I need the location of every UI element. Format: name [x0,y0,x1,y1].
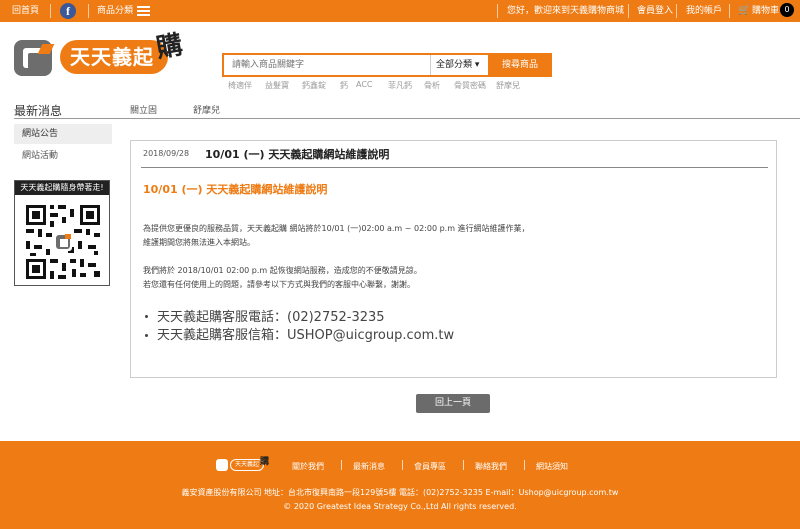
hamburger-menu-icon[interactable] [137,6,150,16]
divider [402,460,403,470]
footer-link-about[interactable]: 關於我們 [292,461,324,472]
logo-text[interactable]: 天天義起 [60,40,168,74]
footer-link-news[interactable]: 最新消息 [353,461,385,472]
footer-link-notice[interactable]: 網站須知 [536,461,568,472]
facebook-icon[interactable]: f [60,3,76,19]
hot-keyword-link[interactable]: 舒摩兒 [496,80,520,91]
divider [88,4,89,18]
divider [497,4,498,18]
hot-keyword-link[interactable]: 骨析 [424,80,440,91]
logo-mark-icon[interactable] [14,40,55,76]
search-button[interactable]: 搜尋商品 [488,53,552,77]
divider [50,4,51,18]
article-paragraph: 若您還有任何使用上的問題，請參考以下方式與我們的客服中心聯繫，謝謝。 [143,280,415,289]
service-phone: 天天義起購客服電話：(02)2752-3235 [157,310,385,325]
hot-keyword-link[interactable]: ACC [356,80,373,89]
footer: 天天義起 購 關於我們 最新消息 會員專區 聯絡我們 網站須知 義安資產股份有限… [0,441,800,529]
article-title: 10/01 (一) 天天義起購網站維護說明 [143,183,328,196]
divider [341,460,342,470]
hot-keyword-link[interactable]: 菲凡鈣 [388,80,412,91]
article-headline: 10/01 (一) 天天義起購網站維護說明 [205,148,390,161]
login-link[interactable]: 會員登入 [637,0,673,22]
home-link[interactable]: 回首頁 [12,0,39,22]
logo-mark-icon [216,459,228,471]
cart-icon[interactable]: 🛒 [738,5,750,16]
back-button[interactable]: 回上一頁 [416,394,490,413]
article-panel: 2018/09/28 10/01 (一) 天天義起購網站維護說明 10/01 (… [130,140,777,378]
divider [463,460,464,470]
qr-title: 天天義起購隨身帶著走! [15,181,109,195]
company-info: 義安資產股份有限公司 地址：台北市復興南路一段129號5樓 電話：(02)275… [181,488,619,497]
top-bar: 回首頁 f 商品分類 您好，歡迎來到天義購物商城 會員登入 我的帳戶 🛒 購物車… [0,0,800,22]
hot-keyword-link[interactable]: 骨質密碼 [454,80,486,91]
hot-keyword-link[interactable]: 鈣鑫錠 [302,80,326,91]
article-paragraph: 我們將於 2018/10/01 02:00 p.m 起恢復網站服務，造成您的不便… [143,266,422,275]
cart-link[interactable]: 購物車 [752,0,779,22]
tab-guanligu[interactable]: 關立固 [130,103,157,116]
category-menu-link[interactable]: 商品分類 [97,0,133,22]
divider [729,4,730,18]
hot-keyword-link[interactable]: 鈣 [340,80,348,91]
footer-logo-text: 天天義起 [230,459,264,471]
footer-logo[interactable]: 天天義起 購 [216,457,269,472]
search-category-select[interactable]: 全部分類 ▾ [430,55,488,75]
sidebar-item-activities[interactable]: 網站活動 [14,146,112,166]
section-title: 最新消息 [14,104,63,118]
copyright: © 2020 Greatest Idea Strategy Co.,Ltd Al… [283,502,517,511]
divider [141,167,768,168]
divider [628,4,629,18]
welcome-text: 您好，歡迎來到天義購物商城 [507,6,625,16]
tab-shumoer[interactable]: 舒摩兒 [193,103,220,116]
article-paragraph: 為提供您更優良的服務品質，天天義起購 網站將於10/01 (一)02:00 a.… [143,224,530,233]
divider [524,460,525,470]
footer-logo-char: 購 [260,457,270,467]
sidebar-item-announcements[interactable]: 網站公告 [14,124,112,144]
search-bar: 全部分類 ▾ 搜尋商品 [222,53,552,77]
bullet [145,334,148,337]
search-input[interactable] [224,55,430,75]
service-email: 天天義起購客服信箱：USHOP@uicgroup.com.tw [157,328,455,343]
footer-link-contact[interactable]: 聯絡我們 [475,461,507,472]
article-date: 2018/09/28 [143,149,190,158]
account-link[interactable]: 我的帳戶 [686,0,722,22]
article-paragraph: 維護期間您將無法進入本網站。 [143,238,255,247]
qr-code-box: 天天義起購隨身帶著走! [14,180,110,286]
logo-char: 購 [154,29,185,64]
hot-keyword-link[interactable]: 益髮寶 [265,80,289,91]
divider [676,4,677,18]
cart-count-badge: 0 [780,3,794,17]
bullet [145,315,148,318]
divider [14,118,800,119]
footer-link-member[interactable]: 會員專區 [414,461,446,472]
qr-code-icon [24,203,102,281]
hot-keyword-link[interactable]: 椅適伴 [228,80,252,91]
